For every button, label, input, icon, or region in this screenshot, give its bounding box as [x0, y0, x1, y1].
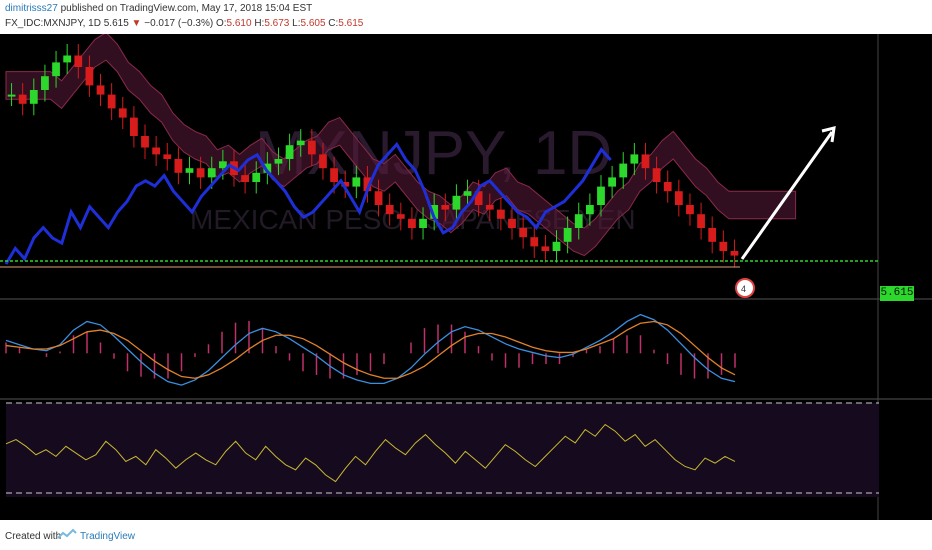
candle-body	[619, 163, 628, 178]
symbol-line: FX_IDC:MXNJPY, 1D 5.615 ▼ −0.017 (−0.3%)…	[5, 18, 363, 29]
candle-body	[730, 251, 739, 256]
candle-body	[274, 159, 283, 164]
candle-body	[96, 85, 105, 95]
tradingview-logo-icon	[57, 528, 77, 539]
candle-body	[585, 205, 594, 215]
candle-body	[408, 218, 416, 228]
candle-body	[396, 214, 405, 219]
candle-body	[207, 168, 216, 178]
candle-body	[85, 67, 94, 86]
created-with-text: Created with	[5, 531, 62, 542]
candle-body	[296, 140, 305, 146]
candle-body	[319, 154, 327, 169]
candle-body	[307, 140, 316, 155]
candle-body	[330, 168, 338, 182]
price-label: 5.615	[880, 286, 914, 301]
tradingview-brand[interactable]: TradingView	[80, 531, 135, 542]
candle-body	[519, 228, 528, 238]
candle-body	[608, 177, 616, 187]
tradingview-snapshot: { "header": { "author": "dimitrisss27", …	[0, 0, 932, 550]
high-label: H:	[254, 18, 265, 29]
candle-body	[530, 237, 539, 247]
symbol-label: FX_IDC:MXNJPY, 1D	[5, 18, 101, 29]
candle-body	[574, 214, 583, 228]
high-value: 5.673	[264, 18, 290, 29]
candle-body	[152, 147, 161, 155]
candle-body	[485, 205, 494, 210]
last-price: 5.615	[103, 18, 129, 29]
candle-body	[497, 209, 505, 219]
publish-info: published on TradingView.com, May 17, 20…	[60, 3, 313, 14]
candle-body	[352, 177, 361, 187]
candle-body	[52, 62, 60, 77]
candle-body	[463, 191, 472, 196]
candle-body	[652, 168, 661, 182]
candle-body	[686, 205, 694, 215]
open-label: O:	[215, 18, 227, 29]
candle-body	[663, 182, 672, 192]
candle-body	[252, 172, 261, 182]
close-label: C:	[328, 18, 339, 29]
candle-body	[697, 214, 705, 228]
candle-body	[508, 218, 516, 228]
candle-body	[385, 205, 394, 215]
candle-body	[641, 154, 650, 169]
candle-body	[130, 117, 138, 136]
candle-body	[141, 136, 149, 148]
candle-body	[29, 90, 38, 104]
candle-body	[563, 228, 572, 242]
candle-body	[41, 76, 49, 90]
candle-body	[7, 94, 16, 97]
candle-body	[18, 94, 27, 104]
candle-body	[630, 154, 639, 164]
down-arrow-icon: ▼	[131, 18, 142, 29]
chart-area[interactable]: MXNJPY, 1D MEXICAN PESO / JAPANESE YEN 4…	[0, 31, 932, 520]
candle-body	[241, 175, 249, 182]
candle-body	[163, 154, 172, 159]
candle-body	[674, 191, 683, 205]
header-bar: dimitrisss27 published on TradingView.co…	[0, 0, 932, 34]
low-value: 5.605	[300, 18, 326, 29]
close-value: 5.615	[338, 18, 364, 29]
candle-body	[708, 228, 717, 242]
candle-body	[74, 55, 83, 67]
candle-body	[441, 205, 450, 210]
change-value: −0.017 (−0.3%)	[144, 18, 214, 29]
publish-line: dimitrisss27 published on TradingView.co…	[5, 3, 312, 14]
author-link[interactable]: dimitrisss27	[5, 3, 58, 14]
footer: Created with TradingView	[0, 520, 932, 550]
open-value: 5.610	[226, 18, 252, 29]
event-badge-count: 4	[741, 284, 746, 294]
candle-body	[196, 168, 205, 178]
candle-body	[185, 168, 194, 173]
candle-body	[552, 241, 561, 251]
candle-body	[597, 186, 605, 205]
candle-body	[285, 145, 294, 159]
candle-body	[541, 246, 550, 251]
candle-body	[107, 94, 116, 109]
candle-body	[419, 218, 427, 228]
candle-body	[452, 195, 461, 210]
candle-body	[63, 55, 72, 63]
candle-body	[719, 241, 728, 251]
candle-body	[374, 191, 383, 205]
candle-body	[174, 159, 183, 173]
chart-svg: MXNJPY, 1D MEXICAN PESO / JAPANESE YEN 4	[0, 31, 932, 520]
candle-body	[118, 108, 127, 118]
